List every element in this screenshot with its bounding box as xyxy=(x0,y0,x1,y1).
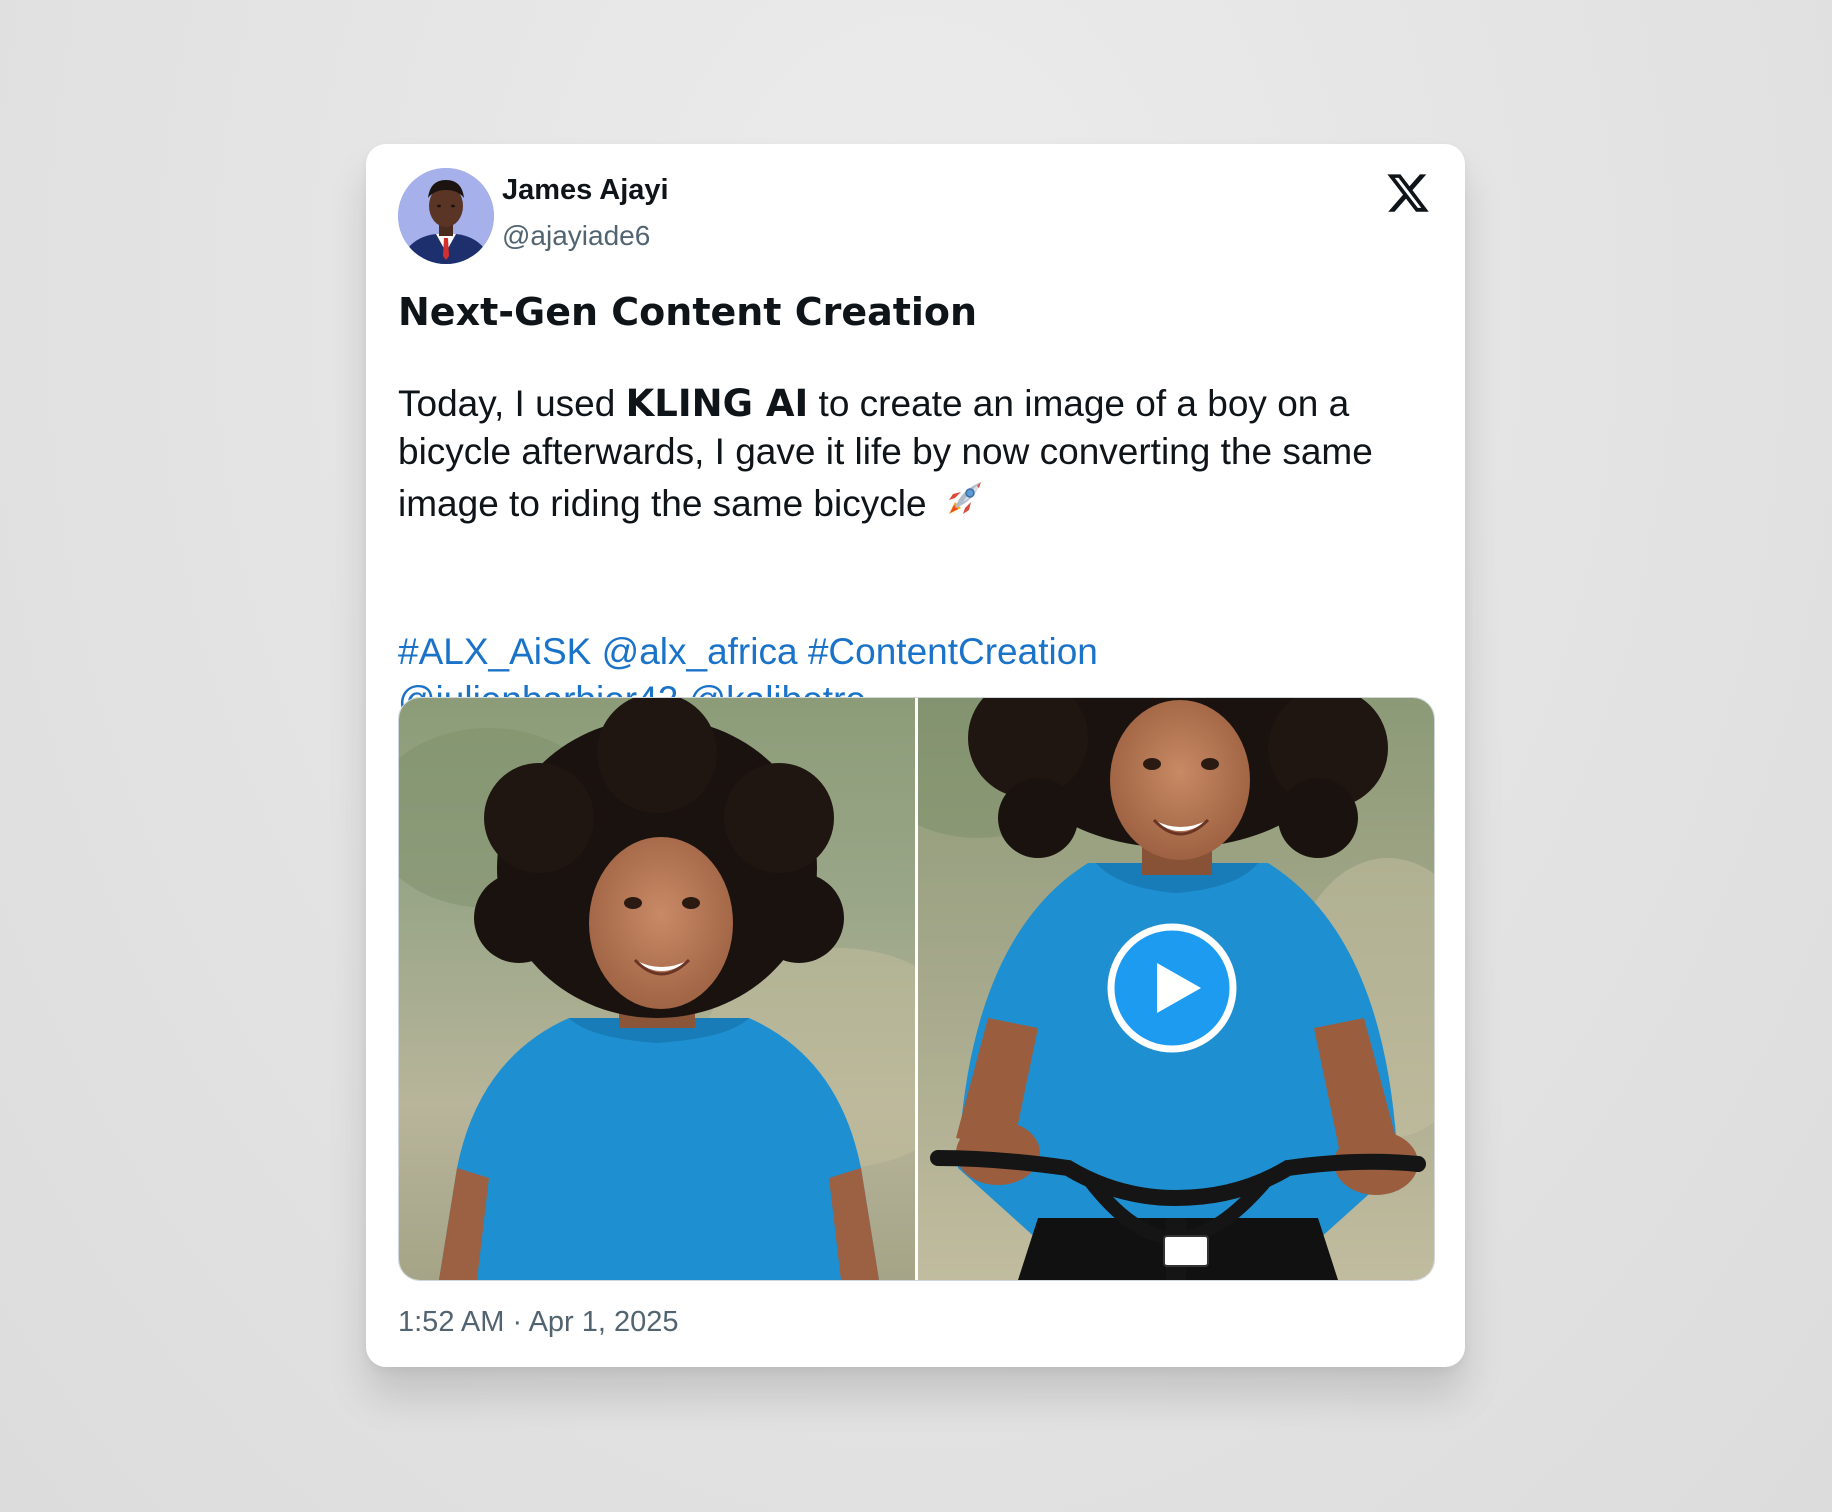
avatar-photo xyxy=(398,168,494,264)
rocket-icon xyxy=(941,476,987,522)
play-button[interactable] xyxy=(1107,923,1237,1053)
media-image-left[interactable] xyxy=(399,698,915,1280)
hashtag-contentcreation[interactable]: #ContentCreation xyxy=(808,631,1098,672)
body-emphasis: KLING AI xyxy=(625,382,809,425)
tweet-headline: Next-Gen Content Creation xyxy=(398,290,978,334)
x-logo-icon[interactable] xyxy=(1385,170,1431,216)
media-video-right[interactable] xyxy=(918,698,1434,1280)
avatar[interactable] xyxy=(398,168,494,264)
mention-alx-africa[interactable]: @alx_africa xyxy=(602,631,798,672)
body-text-start: Today, I used xyxy=(398,383,626,424)
media-grid xyxy=(398,697,1435,1281)
author-name[interactable]: James Ajayi xyxy=(502,176,669,205)
hashtag-alx-aisk[interactable]: #ALX_AiSK xyxy=(398,631,591,672)
author-handle[interactable]: @ajayiade6 xyxy=(502,222,650,250)
play-icon xyxy=(1107,923,1237,1053)
tweet-body: Today, I used KLING AI to create an imag… xyxy=(398,380,1443,528)
tweet-card: James Ajayi @ajayiade6 Next-Gen Content … xyxy=(366,144,1465,1367)
tweet-timestamp[interactable]: 1:52 AM · Apr 1, 2025 xyxy=(398,1308,679,1337)
